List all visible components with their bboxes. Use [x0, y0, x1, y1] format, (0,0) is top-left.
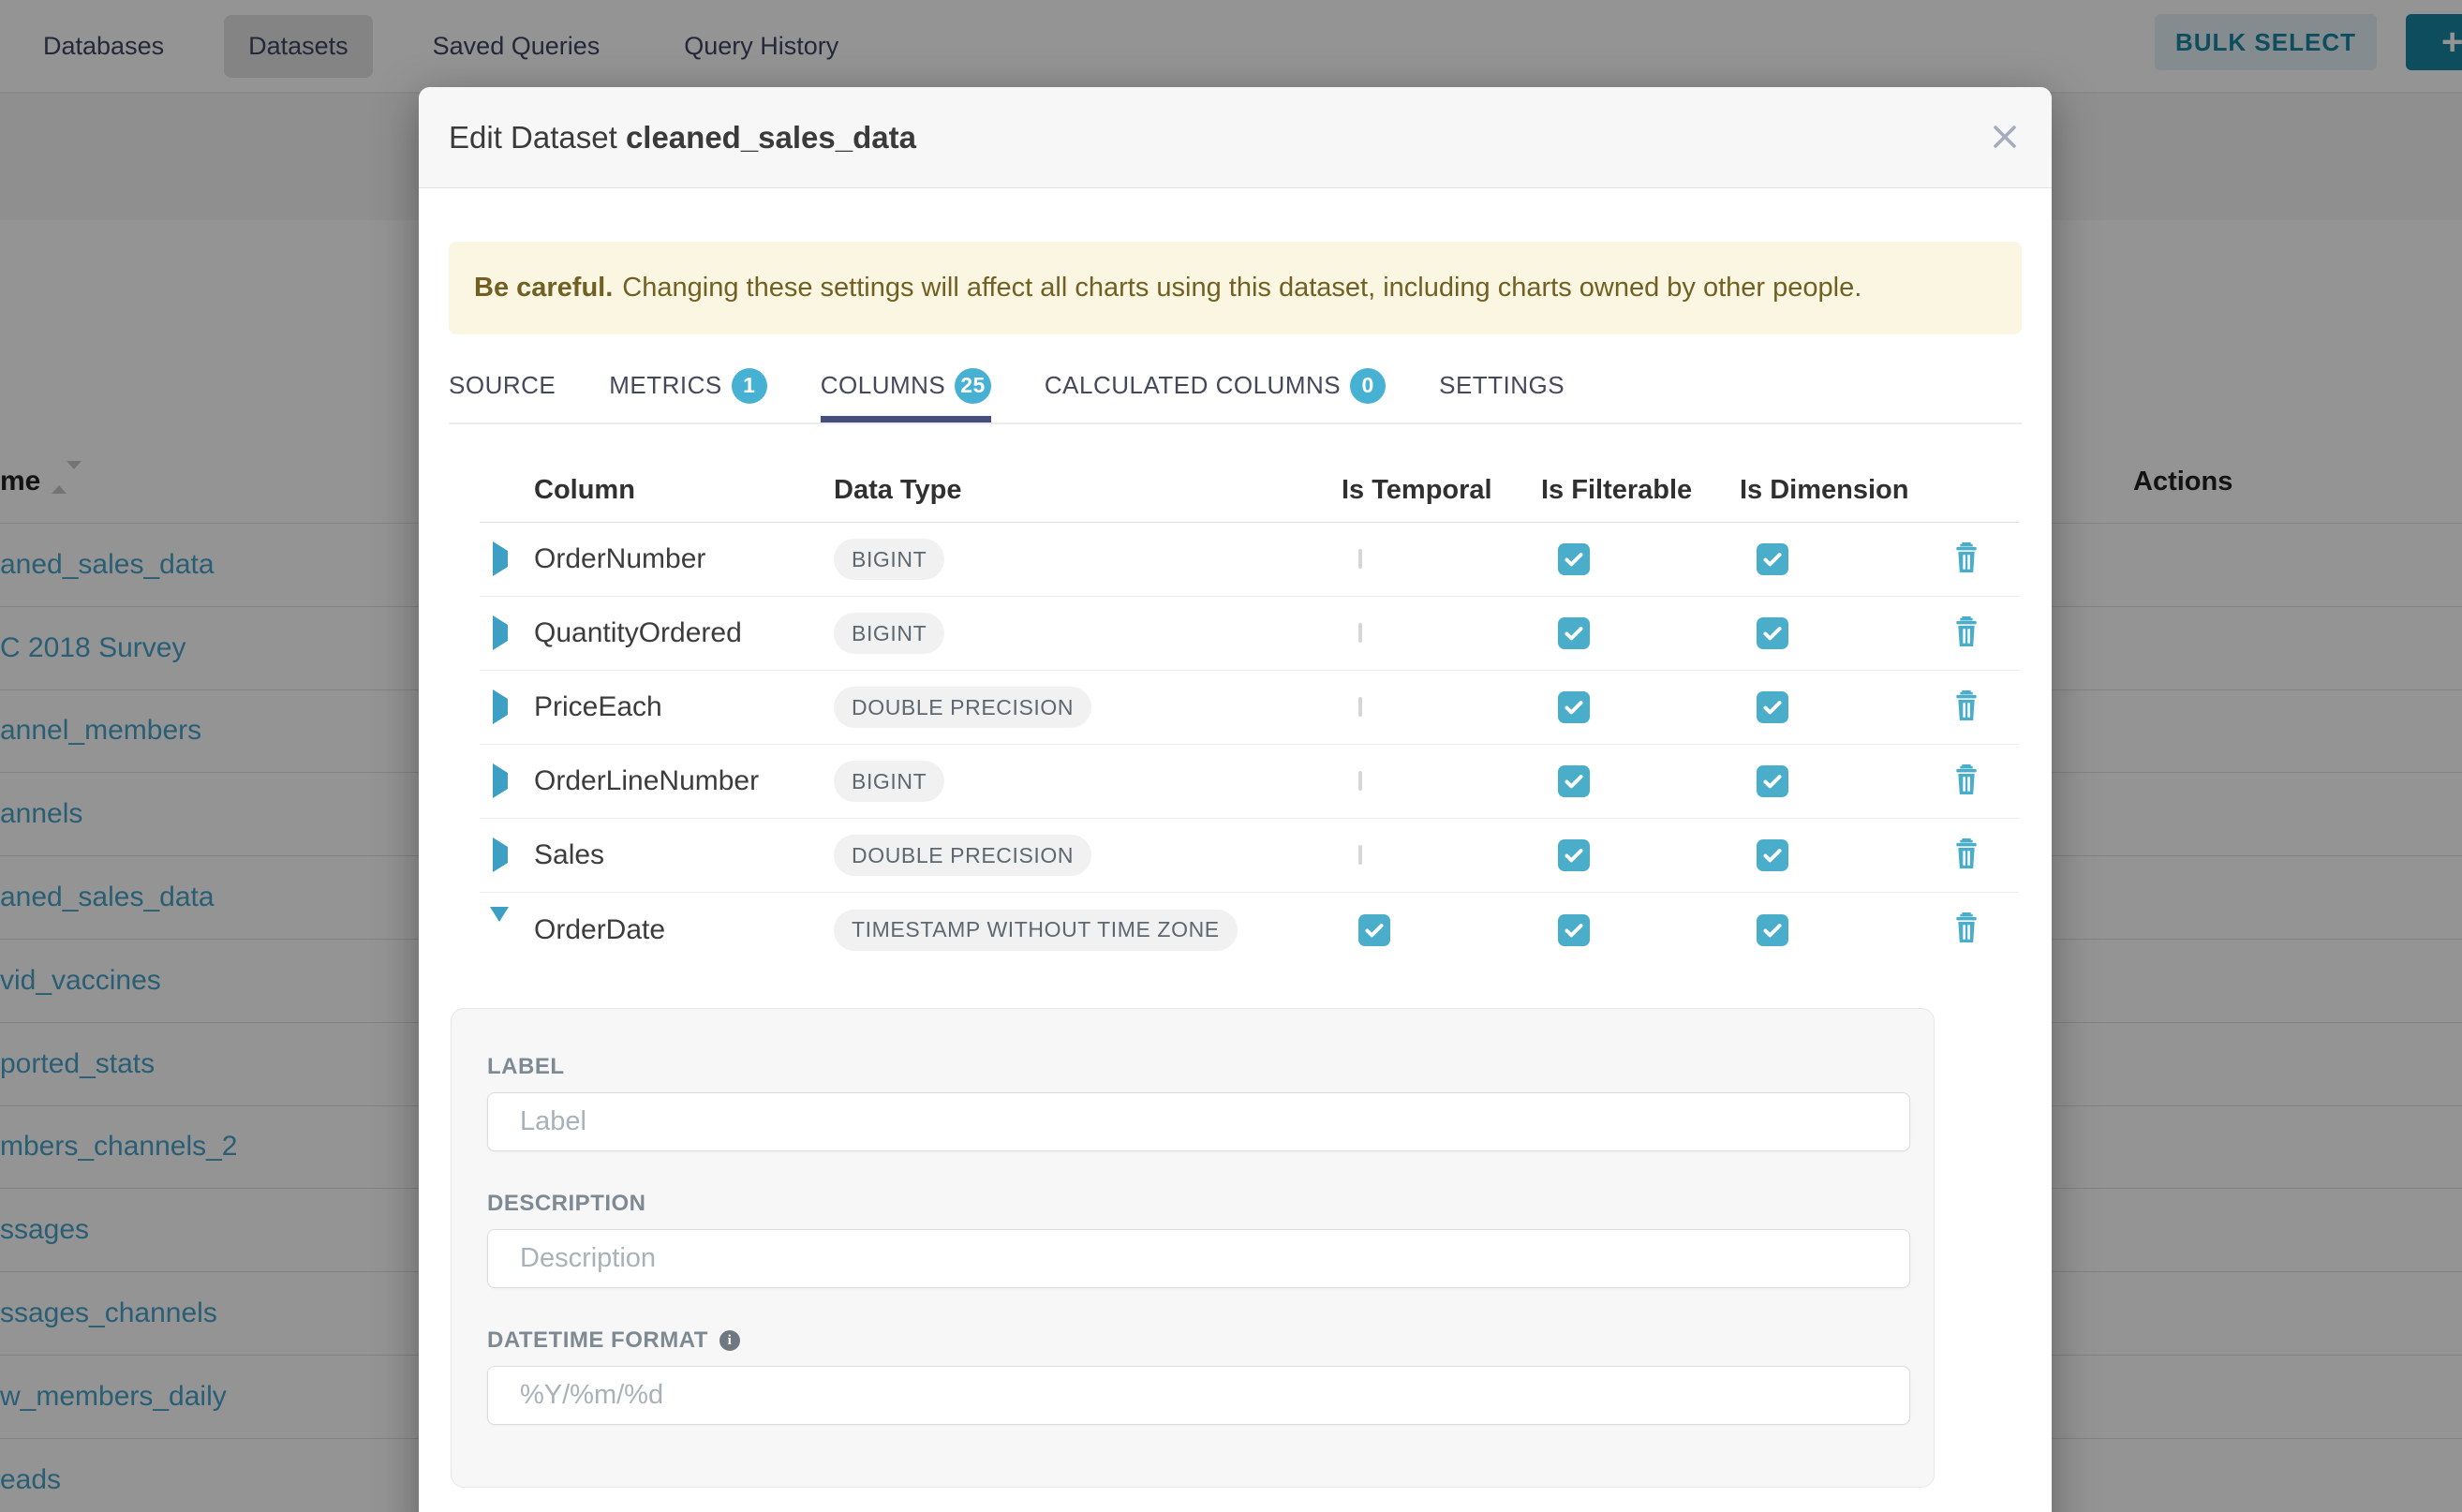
trash-icon[interactable]	[1950, 614, 1983, 651]
column-row: PriceEach DOUBLE PRECISION	[480, 671, 2019, 745]
is-temporal-checkbox-unchecked[interactable]	[1358, 623, 1362, 643]
trash-icon[interactable]	[1950, 836, 1983, 873]
tab-label: COLUMNS	[821, 371, 946, 400]
column-row: OrderNumber BIGINT	[480, 523, 2019, 597]
data-type-pill: DOUBLE PRECISION	[834, 835, 1091, 876]
is-temporal-checkbox-unchecked[interactable]	[1358, 697, 1362, 717]
column-row: QuantityOrdered BIGINT	[480, 597, 2019, 671]
trash-icon[interactable]	[1950, 540, 1983, 577]
tab-source[interactable]: SOURCE	[449, 348, 556, 422]
is-temporal-header: Is Temporal	[1325, 475, 1524, 506]
is-dimension-checkbox-checked[interactable]	[1757, 617, 1788, 649]
columns-table-header: Column Data Type Is Temporal Is Filterab…	[480, 459, 2019, 523]
label-input[interactable]	[487, 1092, 1910, 1151]
modal-body: Be careful. Changing these settings will…	[419, 188, 2052, 1488]
is-filterable-checkbox-checked[interactable]	[1558, 914, 1590, 946]
tab-label: CALCULATED COLUMNS	[1045, 371, 1341, 400]
is-temporal-checkbox-unchecked[interactable]	[1358, 845, 1362, 865]
collapse-caret-icon[interactable]	[490, 907, 509, 938]
column-editor-panel: LABEL DESCRIPTION DATETIME FORMAT i	[451, 1008, 1935, 1488]
is-dimension-checkbox-checked[interactable]	[1757, 691, 1788, 723]
tab-count-badge: 1	[732, 368, 767, 404]
description-field-block: DESCRIPTION	[487, 1191, 1910, 1288]
warning-text: Changing these settings will affect all …	[622, 273, 1861, 304]
tab-columns[interactable]: COLUMNS 25	[821, 348, 991, 422]
modal-tabs: SOURCE METRICS 1 COLUMNS 25 CALCULATED COLUMN…	[449, 348, 2022, 424]
expand-caret-icon[interactable]	[493, 689, 508, 724]
column-name: Sales	[523, 839, 823, 871]
is-dimension-checkbox-checked[interactable]	[1757, 543, 1788, 575]
is-filterable-header: Is Filterable	[1524, 475, 1723, 506]
dataset-name: cleaned_sales_data	[626, 120, 916, 155]
info-icon[interactable]: i	[719, 1330, 740, 1351]
column-name: PriceEach	[523, 691, 823, 723]
datetime-format-field-block: DATETIME FORMAT i	[487, 1327, 1910, 1425]
data-type-header: Data Type	[823, 475, 1325, 506]
column-row: OrderLineNumber BIGINT	[480, 745, 2019, 819]
expand-caret-icon[interactable]	[493, 838, 508, 872]
expand-caret-icon[interactable]	[493, 615, 508, 650]
column-name: OrderNumber	[523, 543, 823, 575]
tab-metrics[interactable]: METRICS 1	[609, 348, 767, 422]
is-temporal-checkbox-unchecked[interactable]	[1358, 549, 1362, 569]
trash-icon[interactable]	[1950, 688, 1983, 725]
data-type-pill: BIGINT	[834, 539, 944, 580]
is-temporal-checkbox-checked[interactable]	[1358, 914, 1390, 946]
edit-dataset-modal: Edit Dataset cleaned_sales_data Be caref…	[419, 87, 2052, 1512]
is-dimension-checkbox-checked[interactable]	[1757, 914, 1788, 946]
column-name: OrderLineNumber	[523, 765, 823, 797]
is-filterable-checkbox-checked[interactable]	[1558, 617, 1590, 649]
tab-label: METRICS	[609, 371, 722, 400]
column-row: Sales DOUBLE PRECISION	[480, 819, 2019, 893]
tab-count-badge: 0	[1350, 368, 1386, 404]
is-dimension-checkbox-checked[interactable]	[1757, 839, 1788, 871]
tab-calculated-columns[interactable]: CALCULATED COLUMNS 0	[1045, 348, 1386, 422]
column-row: OrderDate TIMESTAMP WITHOUT TIME ZONE	[480, 893, 2019, 967]
description-field-label: DESCRIPTION	[487, 1191, 1910, 1217]
column-name: OrderDate	[523, 914, 823, 946]
data-type-pill: BIGINT	[834, 761, 944, 802]
columns-rows: OrderNumber BIGINT QuantityOrdered BIGIN…	[480, 523, 2019, 967]
expand-caret-icon[interactable]	[493, 541, 508, 576]
tab-count-badge: 25	[955, 368, 991, 404]
data-type-pill: TIMESTAMP WITHOUT TIME ZONE	[834, 910, 1238, 951]
is-temporal-checkbox-unchecked[interactable]	[1358, 771, 1362, 791]
datetime-format-label: DATETIME FORMAT	[487, 1327, 708, 1354]
is-filterable-checkbox-checked[interactable]	[1558, 543, 1590, 575]
close-icon[interactable]	[1988, 121, 2022, 155]
datetime-format-input[interactable]	[487, 1366, 1910, 1425]
columns-table: Column Data Type Is Temporal Is Filterab…	[480, 459, 2019, 967]
warning-bold-text: Be careful.	[474, 273, 613, 304]
label-field-label: LABEL	[487, 1054, 1910, 1080]
tab-settings[interactable]: SETTINGS	[1439, 348, 1565, 422]
is-dimension-header: Is Dimension	[1723, 475, 1929, 506]
trash-icon[interactable]	[1950, 762, 1983, 799]
tab-label: SETTINGS	[1439, 371, 1565, 400]
column-header: Column	[523, 475, 823, 506]
column-name: QuantityOrdered	[523, 617, 823, 649]
is-filterable-checkbox-checked[interactable]	[1558, 765, 1590, 797]
is-filterable-checkbox-checked[interactable]	[1558, 839, 1590, 871]
tab-label: SOURCE	[449, 371, 556, 400]
is-filterable-checkbox-checked[interactable]	[1558, 691, 1590, 723]
label-field-block: LABEL	[487, 1054, 1910, 1151]
is-dimension-checkbox-checked[interactable]	[1757, 765, 1788, 797]
modal-header: Edit Dataset cleaned_sales_data	[419, 87, 2052, 188]
trash-icon[interactable]	[1950, 911, 1983, 948]
warning-banner: Be careful. Changing these settings will…	[449, 242, 2022, 334]
data-type-pill: DOUBLE PRECISION	[834, 687, 1091, 728]
data-type-pill: BIGINT	[834, 613, 944, 654]
description-input[interactable]	[487, 1229, 1910, 1288]
modal-title: Edit Dataset cleaned_sales_data	[449, 120, 916, 156]
expand-caret-icon[interactable]	[493, 763, 508, 798]
